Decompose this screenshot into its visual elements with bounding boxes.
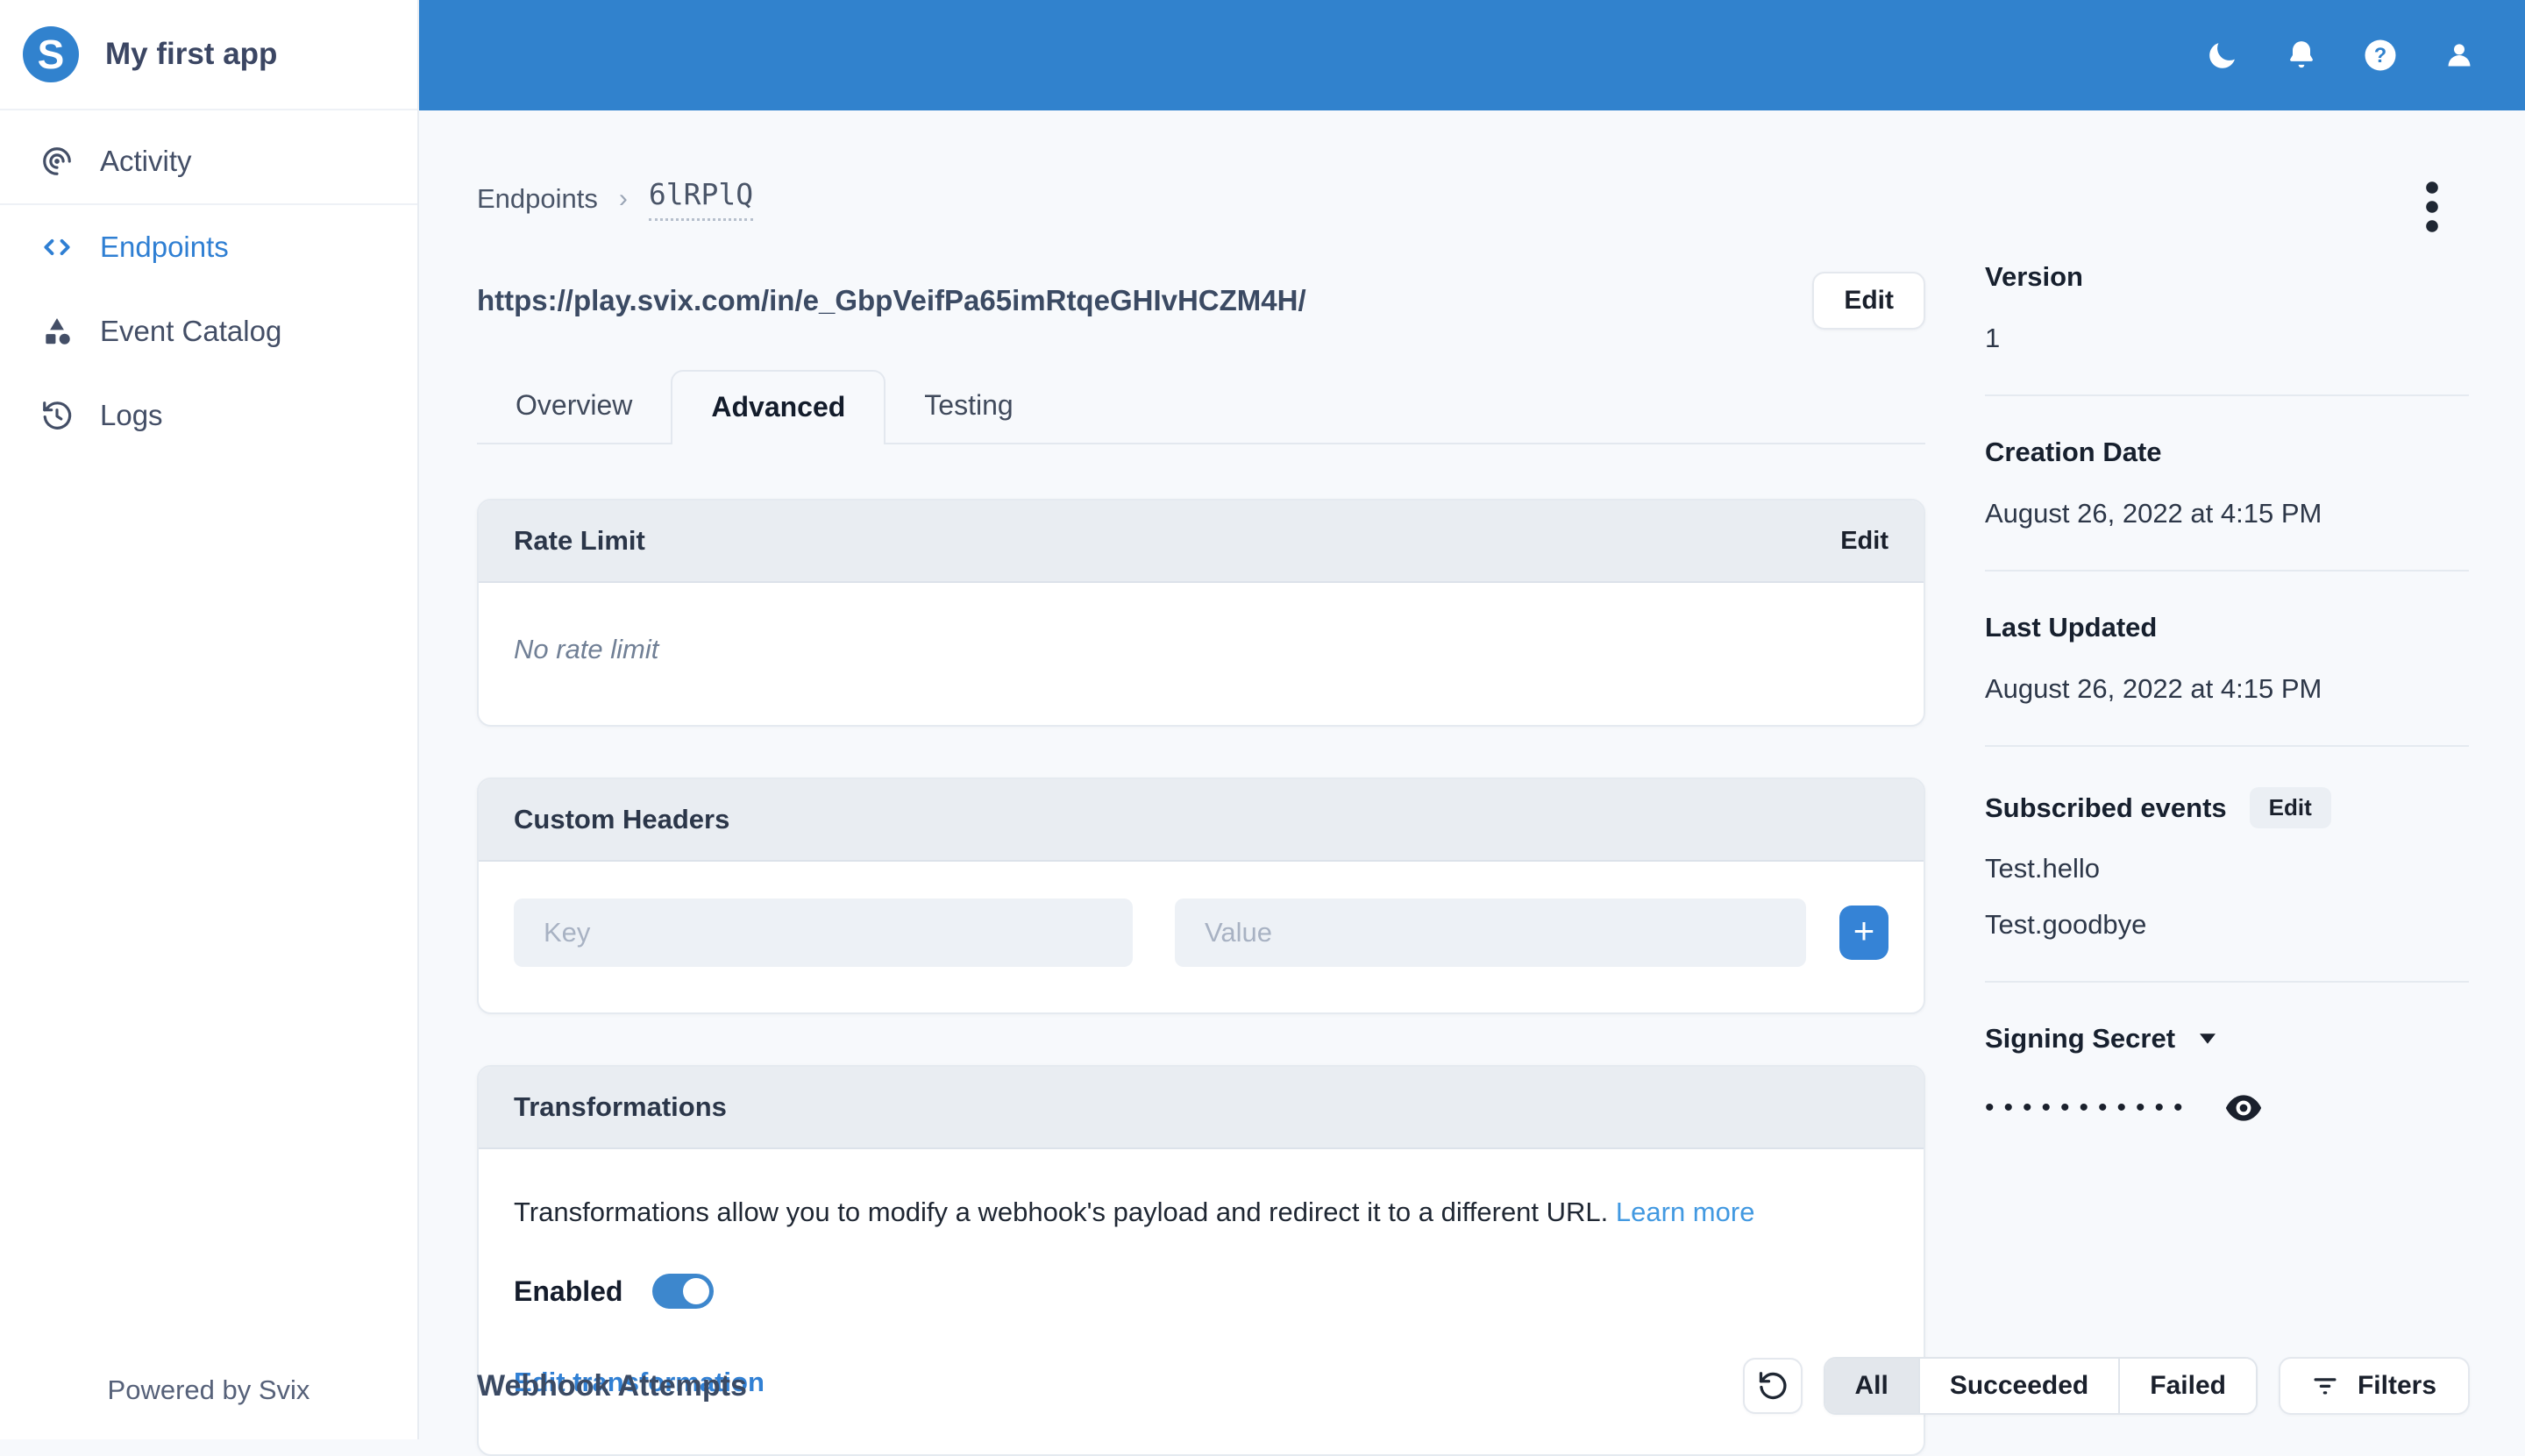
secret-row: ••••••••••• (1985, 1093, 2469, 1123)
endpoint-url-row: https://play.svix.com/in/e_GbpVeifPa65im… (477, 272, 1925, 330)
filter-all-button[interactable]: All (1824, 1359, 1920, 1413)
creation-date-label: Creation Date (1985, 437, 2162, 467)
subscribed-events-edit-button[interactable]: Edit (2249, 787, 2331, 828)
signing-secret-label: Signing Secret (1985, 1023, 2176, 1054)
topbar: ? (419, 0, 2525, 110)
divider (1985, 570, 2469, 572)
reveal-secret-eye-icon[interactable] (2224, 1093, 2263, 1123)
creation-date-value: August 26, 2022 at 4:15 PM (1985, 498, 2322, 529)
subscribed-events-label: Subscribed events (1985, 792, 2227, 823)
notifications-bell-icon[interactable] (2281, 35, 2322, 75)
add-header-button[interactable]: + (1839, 906, 1888, 960)
kebab-menu-icon[interactable] (2425, 179, 2443, 239)
subscribed-event: Test.hello (1985, 853, 2100, 884)
edit-url-button[interactable]: Edit (1812, 272, 1925, 330)
sidebar-nav: Activity Endpoints Event Catalog Logs (0, 110, 417, 458)
svix-logo-letter: S (37, 32, 65, 77)
custom-headers-card: Custom Headers + (477, 778, 1925, 1014)
sidebar-item-endpoints[interactable]: Endpoints (0, 205, 417, 289)
powered-by-svix[interactable]: Powered by Svix (0, 1374, 417, 1406)
filter-succeeded-button[interactable]: Succeeded (1919, 1359, 2121, 1413)
dark-mode-moon-icon[interactable] (2202, 35, 2243, 75)
sidebar-item-label: Activity (100, 145, 192, 177)
main-panel: Endpoints › 6lRPlQ https://play.svix.com… (477, 177, 1925, 1456)
history-clock-icon (40, 399, 74, 432)
svg-text:?: ? (2374, 45, 2386, 67)
code-brackets-icon (40, 231, 74, 264)
attempts-controls: All Succeeded Failed Filters (1742, 1357, 2470, 1415)
content-area: Endpoints › 6lRPlQ https://play.svix.com… (419, 110, 2525, 1456)
endpoint-url: https://play.svix.com/in/e_GbpVeifPa65im… (477, 284, 1306, 316)
sidebar-item-label: Endpoints (100, 231, 229, 263)
help-icon[interactable]: ? (2360, 35, 2401, 75)
custom-headers-body: + (479, 862, 1924, 1012)
divider (1985, 745, 2469, 747)
app-title: My first app (105, 37, 278, 71)
header-value-input[interactable] (1175, 898, 1806, 967)
refresh-button[interactable] (1742, 1358, 1803, 1414)
version-label: Version (1985, 261, 2083, 292)
rate-limit-body: No rate limit (479, 583, 1924, 725)
activity-icon (40, 145, 74, 178)
rate-limit-edit-button[interactable]: Edit (1840, 527, 1888, 556)
rate-limit-title: Rate Limit (514, 525, 645, 556)
filter-failed-button[interactable]: Failed (2120, 1359, 2256, 1413)
webhook-attempts-title: Webhook Attempts (477, 1368, 747, 1403)
filters-button[interactable]: Filters (2278, 1357, 2470, 1415)
toggle-knob (683, 1278, 710, 1304)
enabled-row: Enabled (514, 1274, 1888, 1309)
breadcrumb: Endpoints › 6lRPlQ (477, 177, 1925, 221)
signing-secret-row[interactable]: Signing Secret (1985, 1023, 2469, 1055)
transformations-description: Transformations allow you to modify a we… (514, 1197, 1888, 1228)
main-column: ? Endpoints › 6lRPlQ https://play.svix.c… (419, 0, 2525, 1456)
sidebar-item-logs[interactable]: Logs (0, 373, 417, 458)
chevron-right-icon: › (618, 184, 628, 213)
enabled-label: Enabled (514, 1275, 623, 1307)
tab-testing[interactable]: Testing (886, 370, 1051, 443)
learn-more-link[interactable]: Learn more (1616, 1197, 1755, 1227)
transformations-header: Transformations (479, 1067, 1924, 1149)
tab-bar: Overview Advanced Testing (477, 370, 1925, 444)
sidebar-item-label: Event Catalog (100, 315, 282, 347)
account-user-icon[interactable] (2439, 35, 2479, 75)
custom-headers-header: Custom Headers (479, 779, 1924, 862)
divider (1985, 981, 2469, 983)
transformations-enabled-toggle[interactable] (652, 1274, 715, 1309)
transformations-description-text: Transformations allow you to modify a we… (514, 1197, 1616, 1227)
sidebar-header: S My first app (0, 0, 417, 110)
tab-advanced[interactable]: Advanced (671, 370, 886, 444)
svix-logo: S (23, 26, 79, 82)
sidebar-item-label: Logs (100, 399, 163, 431)
caret-down-icon (2200, 1033, 2216, 1044)
shapes-icon (40, 315, 74, 348)
filters-button-label: Filters (2357, 1371, 2436, 1400)
sidebar-item-event-catalog[interactable]: Event Catalog (0, 289, 417, 373)
details-panel: Version 1 Creation Date August 26, 2022 … (1985, 261, 2469, 1439)
version-value: 1 (1985, 323, 2001, 353)
sidebar: S My first app Activity Endpoints Event … (0, 0, 419, 1439)
subscribed-event: Test.goodbye (1985, 909, 2147, 940)
custom-headers-title: Custom Headers (514, 804, 730, 835)
secret-mask: ••••••••••• (1985, 1093, 2193, 1122)
breadcrumb-endpoint-id[interactable]: 6lRPlQ (648, 177, 754, 221)
transformations-title: Transformations (514, 1091, 727, 1122)
rate-limit-card: Rate Limit Edit No rate limit (477, 499, 1925, 727)
no-rate-limit-text: No rate limit (514, 634, 659, 664)
endpoint-detail-page: S My first app Activity Endpoints Event … (0, 0, 2525, 1456)
attempts-filter-group: All Succeeded Failed (1823, 1357, 2258, 1415)
breadcrumb-endpoints-link[interactable]: Endpoints (477, 183, 598, 215)
last-updated-value: August 26, 2022 at 4:15 PM (1985, 673, 2322, 704)
header-key-input[interactable] (514, 898, 1133, 967)
filter-lines-icon (2312, 1374, 2338, 1397)
sidebar-item-activity[interactable]: Activity (0, 119, 417, 203)
webhook-attempts-bar: Webhook Attempts All Succeeded Failed Fi… (477, 1357, 2470, 1415)
rate-limit-header: Rate Limit Edit (479, 501, 1924, 583)
divider (1985, 394, 2469, 396)
refresh-icon (1759, 1372, 1786, 1400)
subscribed-events-row: Subscribed events Edit (1985, 787, 2469, 828)
last-updated-label: Last Updated (1985, 612, 2158, 643)
tab-overview[interactable]: Overview (477, 370, 671, 443)
